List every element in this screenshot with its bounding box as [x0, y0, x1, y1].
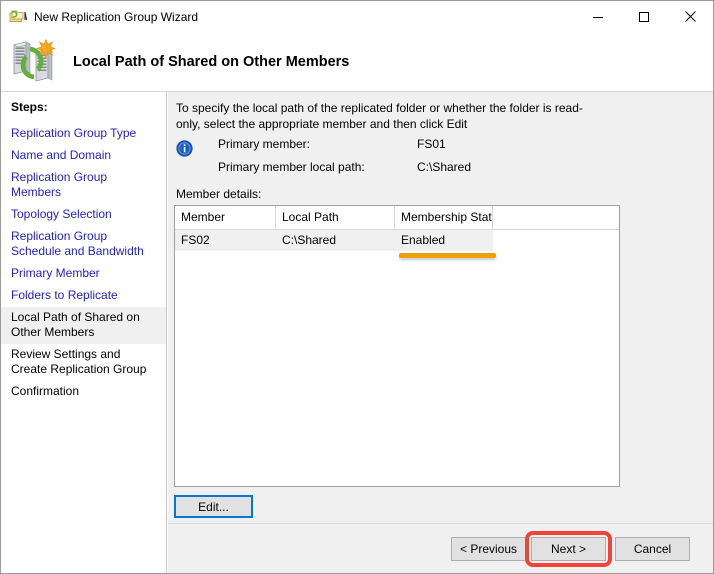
column-header-filler [493, 206, 619, 229]
dfs-replication-servers-icon [10, 38, 58, 85]
sidebar-item-topology-selection[interactable]: Topology Selection [1, 204, 166, 226]
cancel-button[interactable]: Cancel [615, 537, 690, 561]
member-details-label: Member details: [176, 187, 262, 201]
column-header-local-path[interactable]: Local Path [276, 206, 395, 229]
close-icon[interactable] [667, 1, 713, 32]
cell-local-path: C:\Shared [282, 233, 337, 247]
primary-member-local-path-row: Primary member local path: C:\Shared [176, 160, 696, 183]
window-title: New Replication Group Wizard [34, 9, 199, 24]
sidebar-item-replication-group-type[interactable]: Replication Group Type [1, 123, 166, 145]
sidebar-item-confirmation: Confirmation [11, 384, 80, 398]
sidebar-item-review-settings-and-create-replication-group: Review Settings and Create Replication G… [11, 347, 147, 376]
column-header-membership-status[interactable]: Membership Stat... [395, 206, 493, 229]
cell-member: FS02 [181, 233, 210, 247]
replication-folder-icon [9, 8, 28, 26]
maximize-icon[interactable] [621, 1, 667, 32]
wizard-header: Local Path of Shared on Other Members [1, 32, 713, 91]
page-title: Local Path of Shared on Other Members [73, 53, 350, 70]
cell-membership-status: Enabled [401, 233, 446, 247]
primary-member-row: Primary member: FS01 [176, 137, 696, 160]
edit-button[interactable]: Edit... [174, 495, 253, 518]
minimize-icon[interactable] [575, 1, 621, 32]
window-controls [575, 1, 713, 32]
column-header-member[interactable]: Member [175, 206, 276, 229]
primary-member-label: Primary member: [218, 137, 311, 151]
sidebar-item-name-and-domain[interactable]: Name and Domain [1, 145, 166, 167]
primary-member-local-path-label: Primary member local path: [218, 160, 365, 174]
orange-highlight-annotation [399, 253, 496, 258]
member-details-grid[interactable]: Member Local Path Membership Stat... FS0… [174, 205, 620, 487]
content-pane: To specify the local path of the replica… [168, 92, 713, 523]
sidebar-item-replication-group-schedule-and-bandwidth[interactable]: Replication Group Schedule and Bandwidth [1, 226, 166, 263]
table-row[interactable]: FS02 C:\Shared Enabled [175, 230, 493, 251]
sidebar-item-replication-group-members[interactable]: Replication Group Members [1, 167, 166, 204]
next-button[interactable]: Next > [531, 537, 606, 561]
previous-button[interactable]: < Previous [451, 537, 526, 561]
title-bar: New Replication Group Wizard [1, 1, 713, 32]
sidebar-item-local-path-of-shared-on-other-members[interactable]: Local Path of Shared on Other Members [1, 307, 166, 344]
steps-heading: Steps: [11, 100, 48, 114]
grid-header-row: Member Local Path Membership Stat... [175, 206, 619, 230]
primary-member-info: Primary member: FS01 Primary member loca… [176, 137, 696, 183]
primary-member-local-path-value: C:\Shared [417, 160, 472, 174]
wizard-window: New Replication Group Wizard Local Path … [0, 0, 714, 574]
steps-sidebar: Steps: Replication Group Type Name and D… [1, 92, 167, 573]
sidebar-item-folders-to-replicate[interactable]: Folders to Replicate [1, 285, 166, 307]
sidebar-item-primary-member[interactable]: Primary Member [1, 263, 166, 285]
instruction-text: To specify the local path of the replica… [176, 101, 583, 131]
footer-button-bar: < Previous Next > Cancel [168, 523, 713, 573]
primary-member-value: FS01 [417, 137, 446, 151]
